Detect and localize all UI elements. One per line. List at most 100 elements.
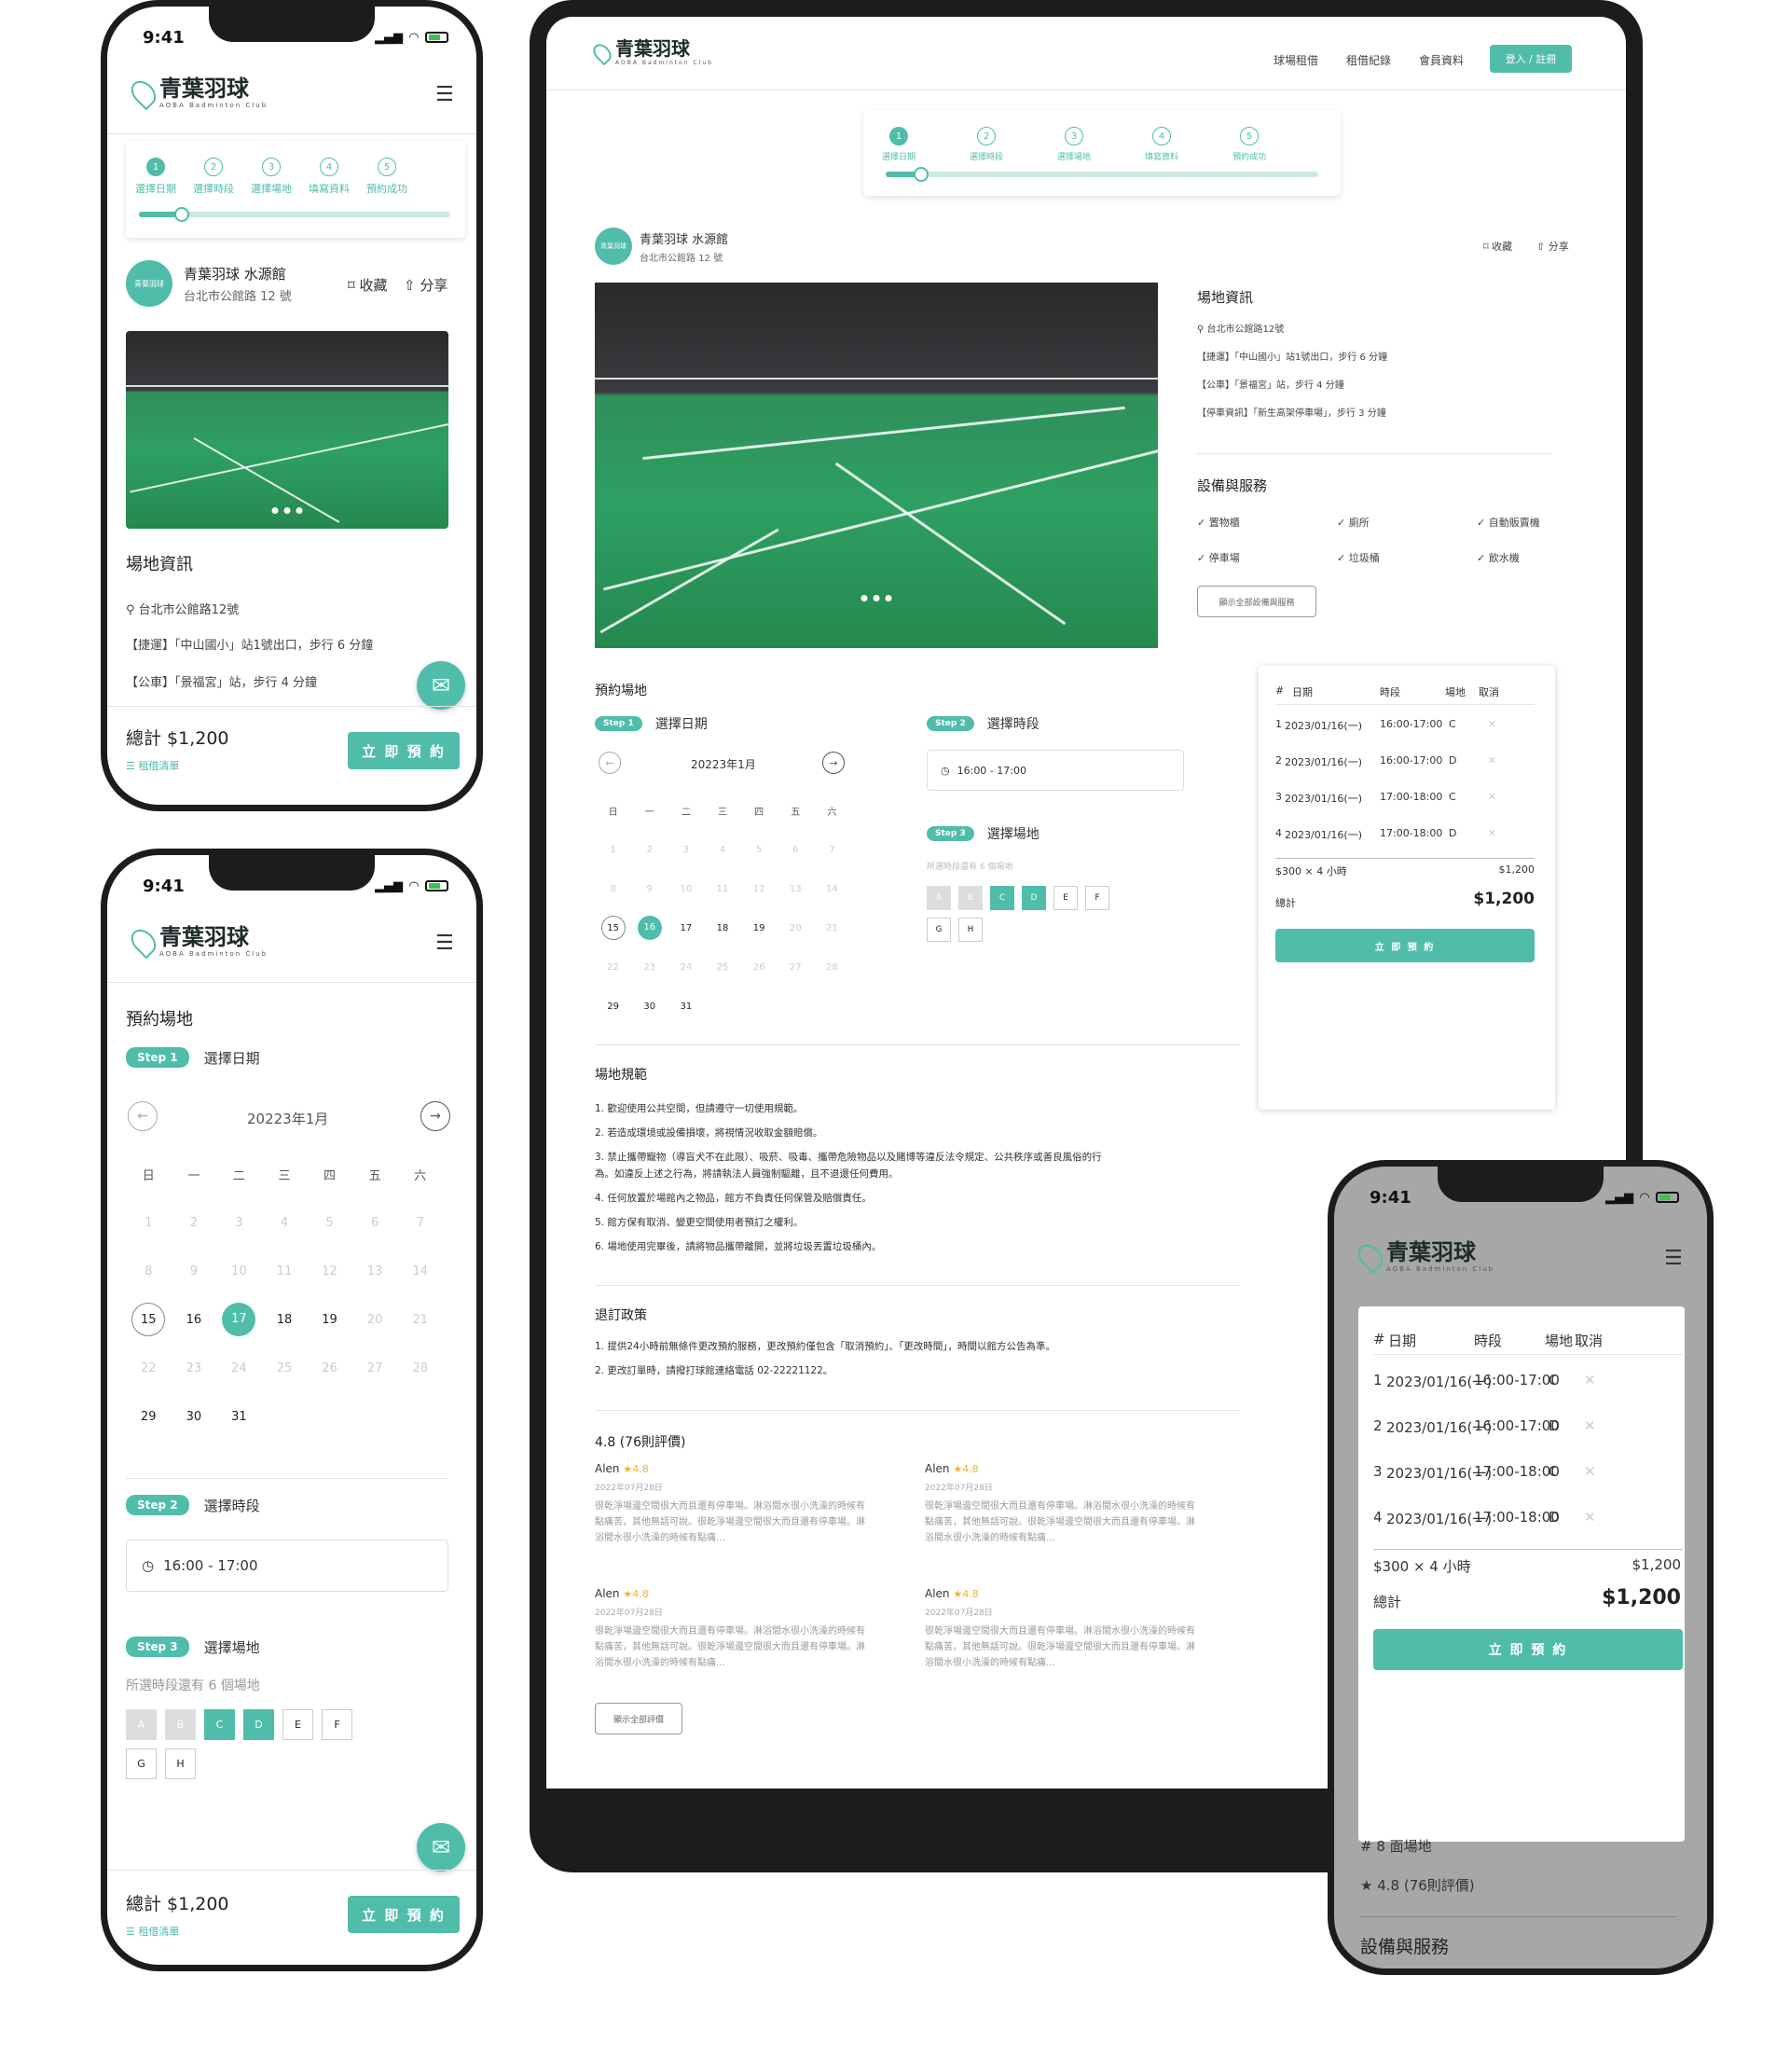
clock-icon: ◷	[941, 764, 950, 777]
remove-icon[interactable]: ✕	[1584, 1372, 1596, 1388]
next-month-button[interactable]: →	[822, 752, 845, 774]
login-button[interactable]: 登入 / 註冊	[1490, 45, 1572, 73]
calendar-day: 27	[789, 961, 802, 973]
rent-list-link[interactable]: ☰ 租借清單	[126, 758, 179, 773]
calendar-day[interactable]: 15	[131, 1303, 166, 1336]
book-now-button[interactable]: 立 即 預 約	[348, 1896, 460, 1933]
court-e[interactable]: E	[282, 1709, 313, 1740]
submit-booking-button[interactable]: 立 即 預 約	[1373, 1629, 1683, 1670]
remove-icon[interactable]: ✕	[1584, 1417, 1596, 1434]
remove-icon[interactable]: ✕	[1488, 718, 1496, 730]
calendar-day[interactable]: 29	[126, 1410, 172, 1424]
save-button[interactable]: ⌑ 收藏	[1483, 239, 1512, 254]
step3-label: 選擇場地	[986, 827, 1040, 842]
mail-icon[interactable]: ✉	[1108, 1805, 1120, 1820]
info-address: ⚲ 台北市公館路12號	[1197, 325, 1285, 335]
next-month-button[interactable]: →	[420, 1101, 450, 1131]
venue-name: 青葉羽球 水源館	[184, 266, 286, 283]
review-card: Alen ★4.8 2022年07月28日 很乾淨場邊空間很大而且還有停車場。淋浴間…	[595, 1587, 865, 1671]
court-d[interactable]: D	[1022, 886, 1046, 910]
time-select[interactable]: ◷ 16:00 - 17:00	[927, 750, 1184, 791]
remove-icon[interactable]: ✕	[1584, 1509, 1596, 1526]
submit-booking-button[interactable]: 立 即 預 約	[1275, 929, 1535, 962]
order-no: 2	[1275, 754, 1282, 767]
show-reviews-button[interactable]: 顯示全部評價	[595, 1703, 682, 1734]
court-f[interactable]: F	[1085, 886, 1109, 910]
court-c[interactable]: C	[204, 1709, 235, 1740]
review-body: 很乾淨場邊空間很大而且還有停車場。淋浴間水很小洗澡的時候有點痛苦，其他無話可說。…	[925, 1501, 1195, 1543]
info-parking: 【停車資訊】「新生高架停車場」，步行 3 分鐘	[1197, 408, 1386, 419]
calendar-day[interactable]: 17	[668, 923, 704, 933]
facebook-icon[interactable]: f	[1059, 1805, 1064, 1820]
calendar-day: 23	[186, 1361, 202, 1375]
rent-list-modal: # 日期 時段 場地 取消 1 2023/01/16(一) 16:00-17:00 C ✕ 2 202…	[1358, 1306, 1685, 1842]
review-date: 2022年07月28日	[595, 1609, 663, 1618]
court-f[interactable]: F	[322, 1709, 352, 1740]
court-e[interactable]: E	[1053, 886, 1078, 910]
venue-photo[interactable]	[595, 283, 1158, 648]
menu-icon[interactable]: ☰	[1664, 1247, 1683, 1270]
reviewer-name: Alen	[595, 1587, 620, 1600]
logo[interactable]: 青葉羽球 AOBA Badminton Club	[126, 76, 268, 111]
calendar-day: 14	[412, 1264, 428, 1278]
court-g[interactable]: G	[927, 918, 951, 942]
court-d[interactable]: D	[243, 1709, 274, 1740]
calendar-day[interactable]: 30	[172, 1410, 217, 1424]
instagram-icon[interactable]: ◎	[1081, 1805, 1092, 1820]
share-button[interactable]: ⇧ 分享	[1536, 239, 1569, 254]
messenger-button[interactable]: ✉	[417, 661, 465, 710]
court-g[interactable]: G	[126, 1748, 157, 1779]
order-court: D	[1449, 827, 1457, 839]
logo[interactable]: 青葉羽球 AOBA Badminton Club	[589, 39, 713, 66]
calendar-day[interactable]: 29	[595, 1001, 631, 1012]
nav-member[interactable]: 會員資料	[1419, 52, 1464, 68]
nav-history[interactable]: 租借紀錄	[1346, 52, 1391, 68]
prev-month-button[interactable]: ←	[599, 752, 621, 774]
venue-photo[interactable]	[126, 331, 448, 529]
calendar-day[interactable]: 15	[600, 916, 626, 940]
calendar-day[interactable]: 18	[262, 1313, 308, 1327]
calendar-day[interactable]: 19	[741, 923, 778, 933]
book-now-button[interactable]: 立 即 預 約	[348, 732, 460, 769]
messenger-button[interactable]: ✉	[417, 1823, 465, 1872]
calendar-day[interactable]: 16	[637, 916, 662, 940]
facilities-title: 設備與服務	[1360, 1937, 1450, 1957]
prev-month-button[interactable]: ←	[128, 1101, 158, 1131]
col-cancel: 取消	[1479, 686, 1499, 698]
reviewer-name: Alen	[925, 1587, 950, 1600]
menu-icon[interactable]: ☰	[435, 83, 454, 106]
remove-icon[interactable]: ✕	[1488, 754, 1496, 767]
calendar-day[interactable]: 31	[668, 1001, 704, 1012]
step1-tag: Step 1	[126, 1047, 189, 1068]
order-date: 2023/01/16(一)	[1285, 756, 1362, 768]
calendar-day: 6	[792, 844, 799, 855]
nav-rent[interactable]: 球場租借	[1274, 52, 1318, 68]
calendar-day[interactable]: 19	[307, 1313, 352, 1327]
share-button[interactable]: ⇧ 分享	[404, 275, 448, 295]
col-time: 時段	[1380, 686, 1400, 698]
court-c[interactable]: C	[990, 886, 1014, 910]
facilities-title: 設備與服務	[1197, 477, 1268, 494]
rent-list-link[interactable]: ☰ 租借清單	[126, 1924, 179, 1939]
calendar-day[interactable]: 18	[704, 923, 740, 933]
calendar-day[interactable]: 16	[172, 1313, 217, 1327]
court-h[interactable]: H	[165, 1748, 196, 1779]
step1-tag: Step 1	[595, 716, 642, 731]
remove-icon[interactable]: ✕	[1488, 827, 1496, 839]
logo[interactable]: 青葉羽球 AOBA Badminton Club	[126, 924, 268, 960]
weekday-label: 二	[681, 807, 691, 818]
court-h[interactable]: H	[958, 918, 983, 942]
calendar-day: 3	[682, 844, 690, 855]
time-select[interactable]: ◷ 16:00 - 17:00	[126, 1540, 448, 1592]
save-button[interactable]: ⌑ 收藏	[348, 275, 387, 295]
menu-icon[interactable]: ☰	[435, 932, 454, 955]
calendar-day: 2	[646, 844, 653, 855]
calendar-day[interactable]: 17	[222, 1303, 256, 1336]
calendar-day[interactable]: 30	[631, 1001, 668, 1012]
show-facilities-button[interactable]: 顯示全部設備與服務	[1197, 586, 1316, 617]
calendar-day[interactable]: 31	[216, 1410, 262, 1424]
phone-venue: 9:41 ▂▄▆ ◠ 青葉羽球 AOBA Badminton Club ☰ 1 選擇日期…	[101, 0, 483, 811]
review-body: 很乾淨場邊空間很大而且還有停車場。淋浴間水很小洗澡的時候有點痛苦，其他無話可說。…	[595, 1626, 865, 1668]
remove-icon[interactable]: ✕	[1584, 1463, 1596, 1480]
remove-icon[interactable]: ✕	[1488, 791, 1496, 803]
